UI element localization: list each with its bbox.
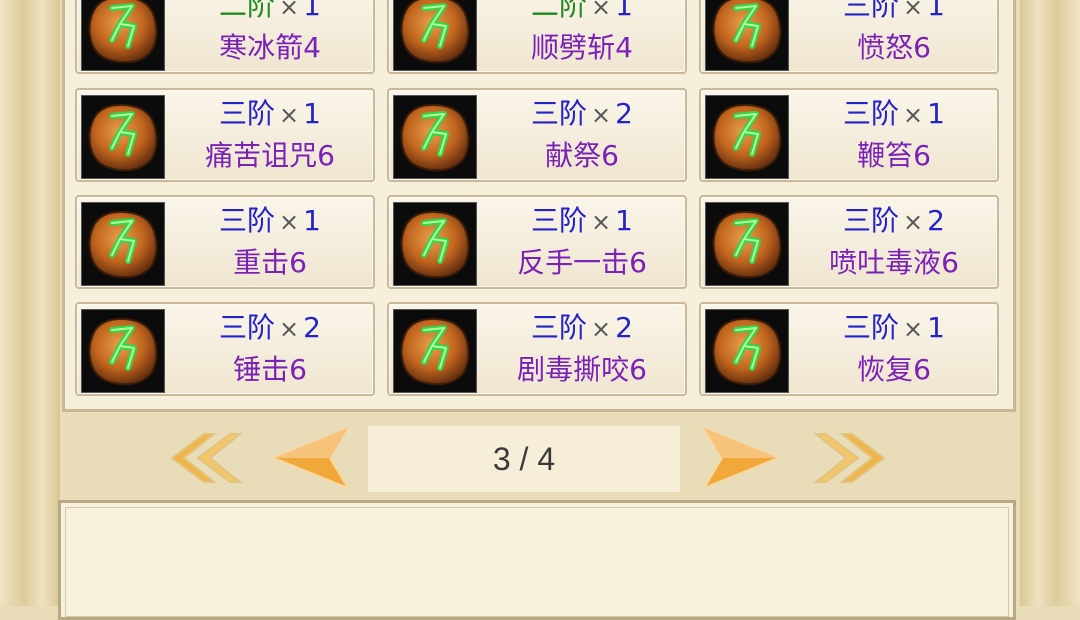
rune-stone-icon — [393, 0, 477, 71]
item-slot[interactable]: 三阶 × 1 鞭笞6 — [699, 88, 999, 182]
left-frame — [0, 0, 60, 606]
item-count: 2 — [303, 311, 321, 344]
item-tier: 三阶 × 2 — [173, 310, 367, 347]
item-tier: 三阶 × 1 — [485, 203, 679, 240]
item-count: 1 — [303, 204, 321, 237]
multiply-symbol: × — [903, 0, 924, 21]
multiply-symbol: × — [903, 101, 924, 129]
item-count: 1 — [927, 0, 945, 22]
item-tier: 三阶 × 1 — [173, 96, 367, 133]
right-frame — [1020, 0, 1080, 606]
skill-name: 痛苦诅咒6 — [205, 139, 335, 172]
item-slot[interactable]: 三阶 × 2 剧毒撕咬6 — [387, 302, 687, 396]
multiply-symbol: × — [903, 315, 924, 343]
description-panel — [58, 500, 1016, 620]
rune-stone-icon — [705, 95, 789, 179]
item-count: 1 — [303, 0, 321, 22]
tier-label: 三阶 — [531, 311, 588, 344]
tier-label: 二阶 — [219, 0, 276, 22]
description-inner — [65, 507, 1009, 617]
item-count: 1 — [927, 311, 945, 344]
left-arrow-icon — [271, 425, 351, 491]
rune-stone-icon — [393, 202, 477, 286]
rune-stone-icon — [81, 0, 165, 71]
item-slot[interactable]: 三阶 × 1 恢复6 — [699, 302, 999, 396]
last-page-button[interactable] — [812, 426, 892, 490]
item-count: 2 — [615, 311, 633, 344]
tier-label: 三阶 — [219, 97, 276, 130]
item-tier: 三阶 × 2 — [485, 96, 679, 133]
item-tier: 三阶 × 1 — [173, 203, 367, 240]
item-slot[interactable]: 三阶 × 1 愤怒6 — [699, 0, 999, 74]
multiply-symbol: × — [279, 101, 300, 129]
skill-name: 鞭笞6 — [857, 139, 931, 172]
rune-stone-icon — [393, 95, 477, 179]
rune-stone-icon — [81, 95, 165, 179]
item-tier: 三阶 × 2 — [485, 310, 679, 347]
item-tier: 三阶 × 1 — [797, 310, 991, 347]
next-page-button[interactable] — [701, 425, 782, 491]
item-slot[interactable]: 三阶 × 2 献祭6 — [387, 88, 687, 182]
previous-page-button[interactable] — [270, 425, 351, 491]
item-count: 2 — [927, 204, 945, 237]
skill-name: 剧毒撕咬6 — [517, 353, 647, 386]
tier-label: 三阶 — [843, 311, 900, 344]
tier-label: 三阶 — [843, 97, 900, 130]
rune-stone-icon — [705, 202, 789, 286]
multiply-symbol: × — [903, 208, 924, 236]
item-slot[interactable]: 二阶 × 1 寒冰箭4 — [75, 0, 375, 74]
tier-label: 三阶 — [531, 97, 588, 130]
item-count: 1 — [615, 204, 633, 237]
rune-stone-icon — [393, 309, 477, 393]
double-left-arrow-icon — [170, 433, 243, 483]
multiply-symbol: × — [591, 0, 612, 21]
multiply-symbol: × — [279, 208, 300, 236]
item-slot[interactable]: 三阶 × 1 反手一击6 — [387, 195, 687, 289]
tier-label: 三阶 — [219, 311, 276, 344]
multiply-symbol: × — [591, 315, 612, 343]
tier-label: 三阶 — [219, 204, 276, 237]
skill-name: 锤击6 — [233, 353, 307, 386]
skill-name: 寒冰箭4 — [219, 31, 321, 64]
item-slot[interactable]: 二阶 × 1 顺劈斩4 — [387, 0, 687, 74]
rune-stone-icon — [81, 309, 165, 393]
item-tier: 二阶 × 1 — [485, 0, 679, 25]
skill-name: 顺劈斩4 — [531, 31, 633, 64]
skill-name: 喷吐毒液6 — [829, 246, 959, 279]
skill-name: 重击6 — [233, 246, 307, 279]
rune-stone-icon — [81, 202, 165, 286]
multiply-symbol: × — [591, 208, 612, 236]
double-right-arrow-icon — [813, 433, 886, 483]
skill-name: 愤怒6 — [857, 31, 931, 64]
multiply-symbol: × — [279, 0, 300, 21]
item-count: 1 — [303, 97, 321, 130]
skill-name: 恢复6 — [857, 353, 931, 386]
tier-label: 三阶 — [531, 204, 588, 237]
right-arrow-icon — [701, 425, 781, 491]
item-count: 1 — [615, 0, 633, 22]
item-count: 1 — [927, 97, 945, 130]
tier-label: 三阶 — [843, 204, 900, 237]
item-tier: 三阶 × 1 — [797, 0, 991, 25]
multiply-symbol: × — [591, 101, 612, 129]
item-slot[interactable]: 三阶 × 2 喷吐毒液6 — [699, 195, 999, 289]
item-count: 2 — [615, 97, 633, 130]
item-slot[interactable]: 三阶 × 1 痛苦诅咒6 — [75, 88, 375, 182]
item-tier: 三阶 × 1 — [797, 96, 991, 133]
item-slot[interactable]: 三阶 × 2 锤击6 — [75, 302, 375, 396]
item-tier: 二阶 × 1 — [173, 0, 367, 25]
rune-stone-icon — [705, 0, 789, 71]
first-page-button[interactable] — [164, 426, 244, 490]
tier-label: 二阶 — [531, 0, 588, 22]
page-indicator: 3 / 4 — [368, 426, 680, 492]
tier-label: 三阶 — [843, 0, 900, 22]
skill-name: 反手一击6 — [517, 246, 647, 279]
pagination-bar: 3 / 4 — [62, 418, 1016, 498]
multiply-symbol: × — [279, 315, 300, 343]
items-panel: 二阶 × 1 寒冰箭4 二阶 × 1 顺劈斩4 三阶 × 1 愤怒6 三阶 × … — [62, 0, 1016, 412]
skill-name: 献祭6 — [545, 139, 619, 172]
item-slot[interactable]: 三阶 × 1 重击6 — [75, 195, 375, 289]
rune-stone-icon — [705, 309, 789, 393]
item-tier: 三阶 × 2 — [797, 203, 991, 240]
